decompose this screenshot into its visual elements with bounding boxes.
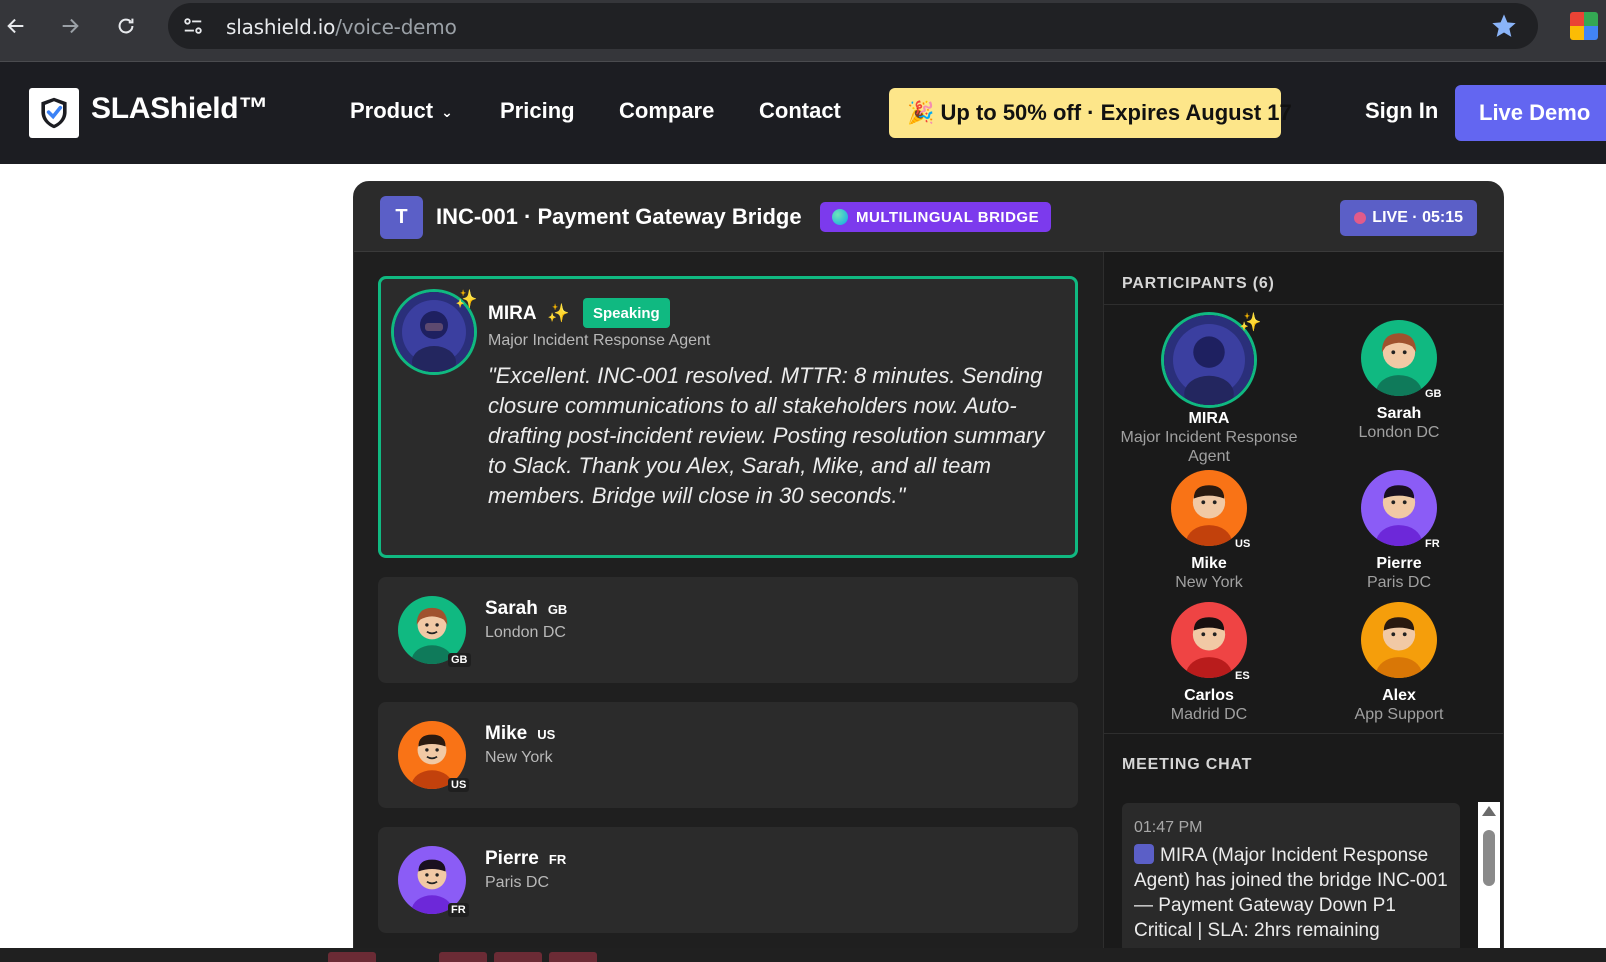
speaker-location: Paris DC xyxy=(485,874,550,891)
nav-product[interactable]: Product ⌄ xyxy=(350,98,453,124)
participant-location: Madrid DC xyxy=(1170,706,1248,723)
speaker-name: Sarah GB xyxy=(485,598,568,619)
meeting-title: INC-001 · Payment Gateway Bridge xyxy=(436,204,802,229)
country-badge: ES xyxy=(1235,670,1250,682)
avatar-alex xyxy=(1361,602,1437,678)
country-badge: FR xyxy=(448,903,469,917)
sparkle-icon: ✨ xyxy=(1239,312,1262,332)
participant-location: App Support xyxy=(1354,706,1444,723)
reload-icon[interactable] xyxy=(110,10,142,42)
chat-text: MIRA (Major Incident Response Agent) has… xyxy=(1134,844,1448,941)
country-badge: US xyxy=(1235,538,1251,550)
speaker-card-mira[interactable]: ✨ MIRA ✨ Speaking Major Incident Respons… xyxy=(378,276,1078,558)
globe-icon xyxy=(832,209,848,225)
live-demo-button[interactable]: Live Demo xyxy=(1455,85,1606,141)
live-status-badge: LIVE · 05:15 xyxy=(1340,200,1477,236)
sparkle-icon: ✨ xyxy=(455,289,478,309)
teams-badge: T xyxy=(380,196,423,239)
speaker-location: London DC xyxy=(485,624,566,641)
participant-name: Sarah xyxy=(1376,405,1422,422)
speaker-name: MIRA xyxy=(488,303,537,324)
participant-location: New York xyxy=(1175,574,1243,591)
address-bar[interactable]: slashield.io/voice-demo xyxy=(168,3,1538,49)
bookmark-star-icon[interactable] xyxy=(1490,12,1518,40)
robot-icon xyxy=(1134,844,1154,864)
live-dot-icon xyxy=(1354,212,1367,224)
chat-scrollbar[interactable] xyxy=(1478,802,1500,962)
participant-name: Pierre xyxy=(1376,555,1422,572)
chat-message: 01:47 PM MIRA (Major Incident Response A… xyxy=(1122,803,1460,953)
chevron-down-icon: ⌄ xyxy=(441,103,453,120)
logo-text[interactable]: SLAShield™ xyxy=(91,92,268,126)
participant-carlos[interactable]: ES Carlos Madrid DC xyxy=(1114,602,1304,724)
participant-location: London DC xyxy=(1358,424,1440,441)
taskbar-item[interactable] xyxy=(328,952,376,962)
country-badge: FR xyxy=(1425,538,1440,550)
participant-pierre[interactable]: FR Pierre Paris DC xyxy=(1304,470,1494,592)
taskbar-item[interactable] xyxy=(439,952,487,962)
back-arrow-icon[interactable] xyxy=(0,10,32,42)
site-header: SLAShield™ Product ⌄ Pricing Compare Cont… xyxy=(0,62,1606,164)
speaker-name: Mike US xyxy=(485,723,556,744)
speaker-location: New York xyxy=(485,749,553,766)
sparkle-icon: ✨ xyxy=(547,303,570,323)
divider xyxy=(1104,733,1503,734)
country-badge: GB xyxy=(448,653,471,667)
divider xyxy=(1104,304,1503,305)
speaker-role: Major Incident Response Agent xyxy=(488,332,711,349)
participant-location: Paris DC xyxy=(1366,574,1431,591)
participant-name: Alex xyxy=(1382,687,1416,704)
taskbar-item[interactable] xyxy=(494,952,542,962)
chat-title: MEETING CHAT xyxy=(1122,756,1253,773)
participant-name: Carlos xyxy=(1184,687,1234,704)
participant-name: Mike xyxy=(1191,555,1227,572)
multilingual-badge: MULTILINGUAL BRIDGE xyxy=(820,202,1052,232)
participant-mira[interactable]: ✨ MIRA Major Incident Response Agent xyxy=(1114,312,1304,466)
participants-title: PARTICIPANTS (6) xyxy=(1122,275,1275,292)
participant-alex[interactable]: Alex App Support xyxy=(1304,602,1494,724)
country-badge: GB xyxy=(1425,388,1442,400)
speaking-badge: Speaking xyxy=(583,298,670,328)
participant-location: Major Incident Response Agent xyxy=(1120,429,1298,465)
url-text[interactable]: slashield.io/voice-demo xyxy=(226,15,457,39)
browser-toolbar: slashield.io/voice-demo xyxy=(0,0,1606,62)
participant-name: MIRA xyxy=(1188,410,1230,427)
speaker-card-pierre[interactable]: FR Pierre FR Paris DC xyxy=(378,827,1078,933)
site-settings-icon[interactable] xyxy=(182,15,204,37)
scroll-up-icon[interactable] xyxy=(1482,806,1496,816)
logo-shield-icon[interactable] xyxy=(29,88,79,138)
meeting-panel: T INC-001 · Payment Gateway Bridge MULTI… xyxy=(353,181,1504,962)
chat-timestamp: 01:47 PM xyxy=(1134,819,1203,836)
forward-arrow-icon[interactable] xyxy=(54,10,86,42)
extension-icon[interactable] xyxy=(1570,12,1598,40)
taskbar-item[interactable] xyxy=(549,952,597,962)
participant-sarah[interactable]: GB Sarah London DC xyxy=(1304,320,1494,442)
avatar-mike xyxy=(1171,470,1247,546)
meeting-header: T INC-001 · Payment Gateway Bridge MULTI… xyxy=(354,182,1503,252)
scroll-thumb[interactable] xyxy=(1483,830,1495,886)
avatar-carlos xyxy=(1171,602,1247,678)
speaker-card-sarah[interactable]: GB Sarah GB London DC xyxy=(378,577,1078,683)
participant-mike[interactable]: US Mike New York xyxy=(1114,470,1304,592)
speaker-name: Pierre FR xyxy=(485,848,567,869)
sign-in-link[interactable]: Sign In xyxy=(1365,98,1438,124)
participants-sidebar: PARTICIPANTS (6) ✨ MIRA Major Incident R… xyxy=(1103,252,1503,962)
nav-pricing[interactable]: Pricing xyxy=(500,98,575,124)
avatar-pierre xyxy=(1361,470,1437,546)
promo-banner[interactable]: 🎉 Up to 50% off · Expires August 17 xyxy=(889,88,1292,138)
nav-compare[interactable]: Compare xyxy=(619,98,714,124)
avatar-sarah xyxy=(1361,320,1437,396)
speaker-card-mike[interactable]: US Mike US New York xyxy=(378,702,1078,808)
nav-contact[interactable]: Contact xyxy=(759,98,841,124)
country-badge: US xyxy=(448,778,470,792)
taskbar xyxy=(0,948,1606,962)
transcript-quote: "Excellent. INC-001 resolved. MTTR: 8 mi… xyxy=(488,363,1045,508)
